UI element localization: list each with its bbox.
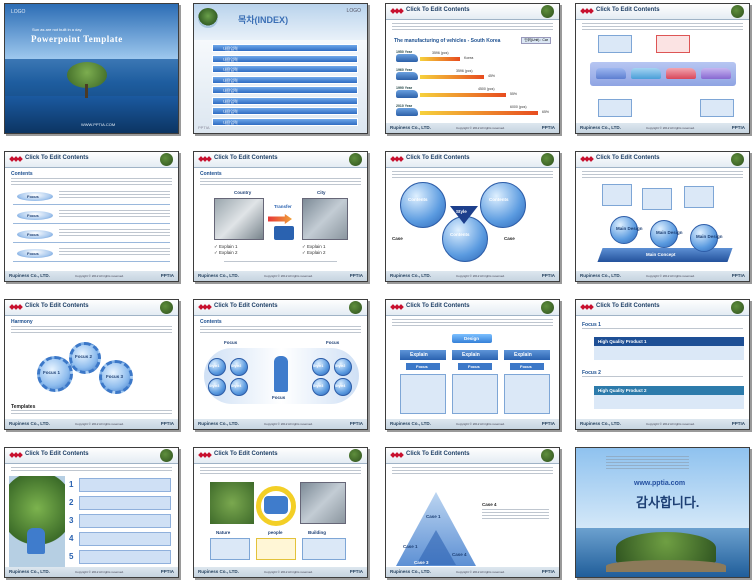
explain-body — [504, 374, 550, 414]
focus-label: Focus — [27, 232, 39, 237]
slide-thumbnail-12[interactable]: Click To Edit Contents Focus 1 High Qual… — [575, 299, 750, 430]
index-item: 내용입력 — [212, 75, 358, 84]
divider — [13, 261, 170, 262]
number-label: 2 — [69, 498, 74, 507]
unit-badge: 단위(Unit) : Car — [521, 37, 551, 44]
number-label: 3 — [69, 516, 74, 525]
bar-percent: 45% — [488, 74, 496, 78]
focus-chip-label: Focus — [416, 364, 428, 369]
slide-thumbnail-16[interactable]: www.pptia.com 감사합니다. — [575, 447, 750, 578]
focus-text — [59, 229, 170, 237]
car-icon — [396, 90, 418, 98]
car-icon — [396, 108, 418, 116]
bar — [420, 111, 538, 115]
closing-url[interactable]: www.pptia.com — [634, 480, 685, 487]
slide-thumbnail-10[interactable]: Click To Edit Contents Contents Focus Fo… — [193, 299, 368, 430]
bar — [420, 93, 506, 97]
focus-label: Focus — [27, 194, 39, 199]
bar-value: 4500 (pcs) — [478, 87, 495, 91]
slide-thumbnail-15[interactable]: Click To Edit Contents Case 1 Case 1 Cas… — [385, 447, 560, 578]
slide-thumbnail-2[interactable]: 목차(INDEX) LOGO PPTIA 내용입력 내용입력 내용입력 내용입력 내용입… — [193, 3, 368, 134]
slide-thumbnail-14[interactable]: Click To Edit Contents Nature people Bui… — [193, 447, 368, 578]
index-item: 내용입력 — [212, 117, 358, 126]
focus-text — [59, 191, 170, 199]
focus-label: Focus — [27, 213, 39, 218]
index-item: 내용입력 — [212, 65, 358, 73]
divider — [13, 242, 170, 243]
number-label: 5 — [69, 552, 74, 561]
slide-thumbnail-8[interactable]: Click To Edit Contents Main Design Main … — [575, 151, 750, 282]
slide-thumbnail-1[interactable]: LOGO Sun as are not built in a day Power… — [4, 3, 179, 134]
explain-body — [400, 374, 446, 414]
index-item: 내용입력 — [212, 44, 358, 52]
bar — [420, 57, 460, 61]
url-text: WWW.PPTIA.COM — [81, 122, 116, 127]
index-item-label: 내용입력 — [223, 56, 238, 62]
slide-thumbnail-6[interactable]: Click To Edit Contents Contents Country … — [193, 151, 368, 282]
focus-chip-label: Focus — [520, 364, 532, 369]
explain-label: Explain — [410, 352, 428, 358]
focus-text — [59, 248, 170, 256]
explain-label: Explain — [514, 352, 532, 358]
slide-sorter-grid: LOGO Sun as are not built in a day Power… — [0, 0, 756, 584]
focus-label: Focus — [27, 251, 39, 256]
index-item: 내용입력 — [212, 107, 358, 115]
list-item — [79, 514, 171, 528]
bar-value: 6000 (pcs) — [510, 105, 527, 109]
index-item-label: 내용입력 — [223, 109, 238, 114]
explain-body — [452, 374, 498, 414]
list-item — [79, 532, 171, 546]
index-item-label: 내용입력 — [223, 46, 238, 51]
bar-percent: 55% — [510, 92, 518, 96]
slide-thumbnail-11[interactable]: Click To Edit Contents Design Rupiness C… — [385, 299, 560, 430]
explain-label: Explain — [462, 352, 480, 358]
bar — [420, 75, 484, 79]
tree-icon — [198, 8, 218, 28]
car-icon — [396, 54, 418, 62]
number-label: 4 — [69, 534, 74, 543]
index-title: 목차(INDEX) — [238, 15, 289, 25]
index-item-label: 내용입력 — [223, 77, 238, 83]
list-item — [79, 478, 171, 492]
list-item — [79, 496, 171, 510]
car-icon — [396, 72, 418, 80]
index-item: 내용입력 — [212, 96, 358, 105]
index-item: 내용입력 — [212, 86, 358, 94]
index-item-label: 내용입력 — [223, 88, 238, 93]
title-text: Powerpoint Template — [31, 34, 123, 44]
focus-text — [59, 210, 170, 218]
slide-thumbnail-4[interactable]: Click To Edit Contents Rupiness Co., LTD… — [575, 3, 750, 134]
closing-thanks: 감사합니다. — [636, 495, 700, 510]
logo-text: LOGO — [346, 8, 361, 14]
logo-text: LOGO — [11, 9, 26, 15]
index-item-label: 내용입력 — [223, 119, 238, 125]
index-item-label: 내용입력 — [223, 98, 238, 104]
divider — [13, 204, 170, 205]
bar-value: 3596 (pcs) — [432, 51, 449, 55]
index-item-label: 내용입력 — [223, 67, 238, 72]
bar-percent: 65% — [542, 110, 550, 114]
index-item: 내용입력 — [212, 54, 358, 63]
slide-thumbnail-7[interactable]: Click To Edit Contents Contents Contents… — [385, 151, 560, 282]
divider — [13, 223, 170, 224]
slide-thumbnail-5[interactable]: Click To Edit Contents Contents Rupiness… — [4, 151, 179, 282]
slide-thumbnail-13[interactable]: Click To Edit Contents Rupiness Co., LTD… — [4, 447, 179, 578]
list-item — [79, 550, 171, 564]
bar-value: 3596 (pcs) — [456, 69, 473, 73]
bar-percent: Korea — [464, 56, 474, 60]
header-title: Click To Edit Contents — [406, 7, 470, 13]
tagline: Sun as are not built in a day — [32, 27, 82, 32]
slide-thumbnail-9[interactable]: Click To Edit Contents Harmony Focus 1 F… — [4, 299, 179, 430]
focus-chip-label: Focus — [468, 364, 480, 369]
number-label: 1 — [69, 480, 74, 489]
chart-title: The manufacturing of vehicles - South Ko… — [394, 38, 501, 44]
slide-thumbnail-3[interactable]: Click To Edit Contents The manufacturing… — [385, 3, 560, 134]
